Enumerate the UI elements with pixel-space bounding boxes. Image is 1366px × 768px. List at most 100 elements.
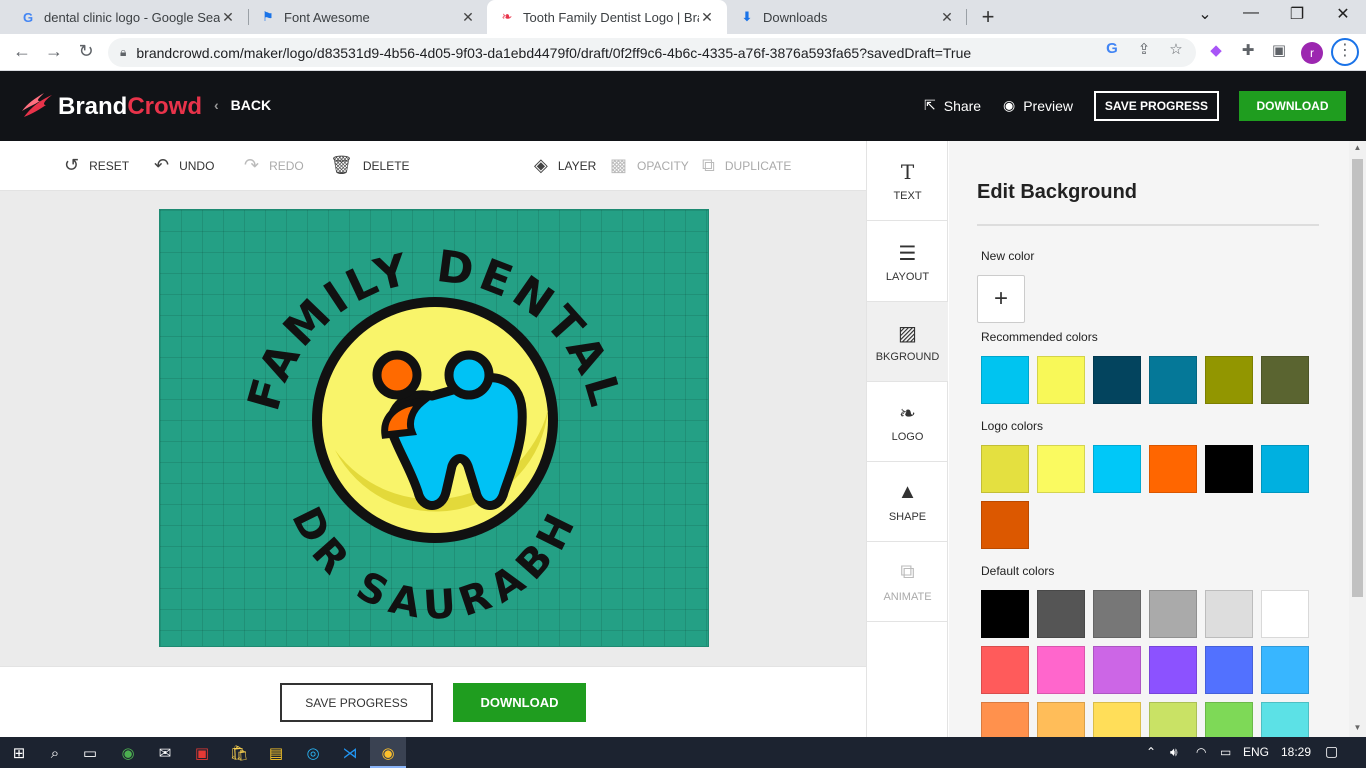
browser-menu-icon[interactable]: ⋮ [1331,38,1359,66]
scroll-down-icon[interactable]: ▼ [1349,723,1366,732]
rail-item-shape[interactable]: ▲ SHAPE [867,462,948,542]
logo-artwork[interactable]: FAMILY DENTAL DR SAURABH [160,210,709,647]
close-icon[interactable]: ✕ [460,9,476,26]
default-color-swatch[interactable] [1037,590,1085,638]
default-color-swatch[interactable] [1205,702,1253,737]
duplicate-button[interactable]: ⧉ DUPLICATE [702,155,791,176]
recommended-color-swatch[interactable] [1261,356,1309,404]
opacity-button[interactable]: ▩ OPACITY [610,155,689,176]
default-color-swatch[interactable] [1037,646,1085,694]
logo-color-swatch[interactable] [1205,445,1253,493]
google-lens-icon[interactable]: G [1102,40,1122,57]
tray-chevron-icon[interactable]: ⌃ [1146,745,1156,759]
profile-avatar[interactable]: r [1301,42,1323,64]
logo-color-swatch[interactable] [1093,445,1141,493]
default-color-swatch[interactable] [981,702,1029,737]
logo-color-swatch[interactable] [981,501,1029,549]
language-indicator[interactable]: ENG [1243,745,1269,759]
download-button[interactable]: DOWNLOAD [1239,91,1346,121]
brandcrowd-logo-icon[interactable] [20,91,54,121]
default-color-swatch[interactable] [1261,590,1309,638]
default-color-swatch[interactable] [1261,646,1309,694]
mail-icon[interactable]: ✉ [155,743,175,763]
rail-item-text[interactable]: T TEXT [867,141,948,221]
logo-artboard[interactable]: FAMILY DENTAL DR SAURABH [159,209,709,647]
preview-button[interactable]: ◉ Preview [1003,97,1073,114]
logo-color-swatch[interactable] [1261,445,1309,493]
notifications-icon[interactable]: ▢ [1325,743,1338,760]
side-panel-icon[interactable]: ▣ [1268,41,1290,59]
window-close-icon[interactable]: ✕ [1323,4,1363,24]
default-color-swatch[interactable] [1149,702,1197,737]
reload-icon[interactable]: ↻ [74,41,98,62]
extension-icon[interactable]: ◆ [1205,41,1227,59]
logo-color-swatch[interactable] [1037,445,1085,493]
default-color-swatch[interactable] [981,646,1029,694]
logo-color-swatch[interactable] [981,445,1029,493]
file-explorer-icon[interactable]: ▤ [266,743,286,763]
add-color-button[interactable]: + [977,275,1025,323]
tab-google-search[interactable]: G dental clinic logo - Google Search ✕ [8,0,248,34]
tab-search-icon[interactable]: ⌄ [1185,4,1225,24]
vscode-icon[interactable]: ⋊ [340,743,360,763]
bookmark-star-icon[interactable]: ☆ [1166,40,1186,58]
back-button[interactable]: ‹ BACK [214,97,271,113]
panel-scrollbar[interactable]: ▲ ▼ [1349,141,1366,737]
search-icon[interactable]: ⌕ [45,743,65,763]
recommended-color-swatch[interactable] [981,356,1029,404]
back-arrow-icon[interactable]: ← [10,41,34,62]
save-progress-button[interactable]: SAVE PROGRESS [1094,91,1219,121]
default-color-swatch[interactable] [1093,702,1141,737]
office-icon[interactable]: ▣ [192,743,212,763]
default-color-swatch[interactable] [1261,702,1309,737]
volume-icon[interactable]: 🔊︎ [1170,745,1178,760]
logo-color-swatch[interactable] [1149,445,1197,493]
rail-item-animate[interactable]: ⧉ ANIMATE [867,542,948,622]
delete-button[interactable]: 🗑︎ DELETE [330,155,410,176]
clock[interactable]: 18:29 [1281,745,1311,759]
store-icon[interactable]: 🛍︎ [229,743,249,763]
scroll-thumb[interactable] [1352,159,1363,597]
minimize-icon[interactable]: — [1231,4,1271,22]
rail-item-background[interactable]: ▨ BKGROUND [867,302,948,382]
recommended-color-swatch[interactable] [1093,356,1141,404]
edge-icon[interactable]: ◎ [303,743,323,763]
scroll-up-icon[interactable]: ▲ [1349,143,1366,152]
puzzle-icon[interactable]: ✚ [1237,41,1259,59]
share-button[interactable]: ⇱ Share [924,97,981,114]
tab-brandcrowd[interactable]: ❧ Tooth Family Dentist Logo | BrandCrowd… [487,0,727,34]
recommended-color-swatch[interactable] [1037,356,1085,404]
chrome-app-icon[interactable]: ◉ [118,743,138,763]
redo-button[interactable]: ↷ REDO [244,155,304,176]
recommended-color-swatch[interactable] [1205,356,1253,404]
share-page-icon[interactable]: ⇪ [1134,40,1154,58]
rail-item-layout[interactable]: ☰ LAYOUT [867,222,948,302]
new-tab-button[interactable]: + [976,4,1000,30]
url-field[interactable]: 🔒︎ brandcrowd.com/maker/logo/d83531d9-4b… [108,38,1196,67]
battery-icon[interactable]: ▭ [1220,745,1231,759]
layer-button[interactable]: ◈ LAYER [534,155,596,176]
default-color-swatch[interactable] [1149,590,1197,638]
default-color-swatch[interactable] [1205,646,1253,694]
tab-font-awesome[interactable]: ⚑ Font Awesome ✕ [248,0,488,34]
default-color-swatch[interactable] [1093,590,1141,638]
task-view-icon[interactable]: ▭ [80,743,100,763]
default-color-swatch[interactable] [1149,646,1197,694]
forward-arrow-icon[interactable]: → [42,41,66,62]
close-icon[interactable]: ✕ [939,9,955,26]
close-icon[interactable]: ✕ [699,9,715,26]
default-color-swatch[interactable] [1093,646,1141,694]
default-color-swatch[interactable] [1037,702,1085,737]
default-color-swatch[interactable] [981,590,1029,638]
wifi-icon[interactable]: ◠ [1196,745,1206,759]
recommended-color-swatch[interactable] [1149,356,1197,404]
default-color-swatch[interactable] [1205,590,1253,638]
tab-downloads[interactable]: ⬇ Downloads ✕ [727,0,967,34]
download-bottom-button[interactable]: DOWNLOAD [453,683,586,722]
undo-button[interactable]: ↶ UNDO [154,155,214,176]
chrome-active-icon[interactable]: ◉ [378,743,398,763]
windows-start-icon[interactable]: ⊞ [9,743,29,763]
close-icon[interactable]: ✕ [220,9,236,26]
rail-item-logo[interactable]: ❧ LOGO [867,382,948,462]
reset-button[interactable]: ↺ RESET [64,155,129,176]
